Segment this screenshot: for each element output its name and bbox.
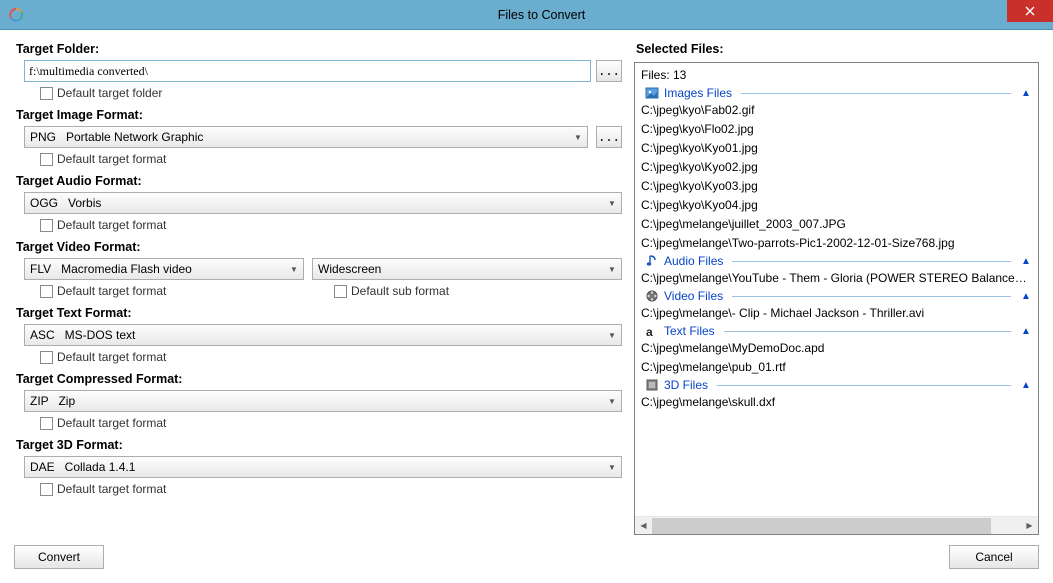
list-item[interactable]: C:\jpeg\melange\Two-parrots-Pic1-2002-12… [635, 234, 1038, 253]
default-3d-format-checkbox[interactable] [40, 483, 53, 496]
target-audio-label: Target Audio Format: [16, 174, 622, 188]
list-item[interactable]: C:\jpeg\melange\juillet_2003_007.JPG [635, 215, 1038, 234]
video-format-dropdown[interactable]: FLV Macromedia Flash video▼ [24, 258, 304, 280]
list-item[interactable]: C:\jpeg\melange\MyDemoDoc.apd [635, 339, 1038, 358]
default-target-folder-checkbox[interactable] [40, 87, 53, 100]
list-item[interactable]: C:\jpeg\kyo\Kyo01.jpg [635, 139, 1038, 158]
cancel-button[interactable]: Cancel [949, 545, 1039, 569]
chevron-down-icon: ▼ [605, 265, 619, 274]
default-text-format-checkbox[interactable] [40, 351, 53, 364]
app-icon [8, 7, 24, 23]
audio-format-dropdown[interactable]: OGG Vorbis▼ [24, 192, 622, 214]
category-label: Images Files [664, 86, 732, 100]
convert-button[interactable]: Convert [14, 545, 104, 569]
close-icon [1025, 6, 1035, 16]
category-header[interactable]: Video Files ▲ [635, 288, 1038, 304]
chevron-down-icon: ▼ [605, 397, 619, 406]
scrollbar-thumb[interactable] [652, 518, 991, 534]
image-options-button[interactable]: ... [596, 126, 622, 148]
selected-files-label: Selected Files: [636, 42, 1039, 56]
video-subformat-dropdown[interactable]: Widescreen▼ [312, 258, 622, 280]
chevron-down-icon: ▼ [605, 199, 619, 208]
browse-folder-button[interactable]: ... [596, 60, 622, 82]
category-label: Video Files [664, 289, 723, 303]
list-item[interactable]: Files: 13 [635, 66, 1038, 85]
collapse-icon[interactable]: ▲ [1020, 380, 1032, 391]
category-icon [645, 254, 659, 268]
collapse-icon[interactable]: ▲ [1020, 326, 1032, 337]
chevron-down-icon: ▼ [605, 331, 619, 340]
category-icon [645, 86, 659, 100]
list-item[interactable]: C:\jpeg\kyo\Kyo02.jpg [635, 158, 1038, 177]
title-bar: Files to Convert [0, 0, 1053, 30]
3d-format-dropdown[interactable]: DAE Collada 1.4.1▼ [24, 456, 622, 478]
target-3d-label: Target 3D Format: [16, 438, 622, 452]
category-icon: a [645, 324, 659, 338]
category-label: Audio Files [664, 254, 723, 268]
window-title: Files to Convert [30, 8, 1053, 22]
list-item[interactable]: C:\jpeg\kyo\Kyo04.jpg [635, 196, 1038, 215]
default-video-subformat-checkbox[interactable] [334, 285, 347, 298]
chevron-down-icon: ▼ [605, 463, 619, 472]
collapse-icon[interactable]: ▲ [1020, 256, 1032, 267]
default-video-format-checkbox[interactable] [40, 285, 53, 298]
default-image-format-checkbox[interactable] [40, 153, 53, 166]
category-label: Text Files [664, 324, 715, 338]
target-text-label: Target Text Format: [16, 306, 622, 320]
chevron-down-icon: ▼ [287, 265, 301, 274]
list-item[interactable]: C:\jpeg\kyo\Fab02.gif [635, 101, 1038, 120]
category-label: 3D Files [664, 378, 708, 392]
chevron-down-icon: ▼ [571, 133, 585, 142]
category-icon [645, 289, 659, 303]
default-audio-format-checkbox[interactable] [40, 219, 53, 232]
category-header[interactable]: a Text Files ▲ [635, 323, 1038, 339]
collapse-icon[interactable]: ▲ [1020, 88, 1032, 99]
list-item[interactable]: C:\jpeg\kyo\Flo02.jpg [635, 120, 1038, 139]
target-folder-input[interactable] [24, 60, 591, 82]
category-icon [645, 378, 659, 392]
list-item[interactable]: C:\jpeg\melange\- Clip - Michael Jackson… [635, 304, 1038, 323]
close-button[interactable] [1007, 0, 1053, 22]
target-image-label: Target Image Format: [16, 108, 622, 122]
target-video-label: Target Video Format: [16, 240, 622, 254]
image-format-dropdown[interactable]: PNG Portable Network Graphic▼ [24, 126, 588, 148]
collapse-icon[interactable]: ▲ [1020, 291, 1032, 302]
list-item[interactable]: C:\jpeg\melange\YouTube - Them - Gloria … [635, 269, 1038, 288]
default-target-folder-label: Default target folder [57, 86, 162, 100]
category-header[interactable]: Images Files ▲ [635, 85, 1038, 101]
scroll-left-icon[interactable]: ◀ [635, 518, 652, 534]
category-header[interactable]: 3D Files ▲ [635, 377, 1038, 393]
horizontal-scrollbar[interactable]: ◀ ▶ [635, 516, 1038, 534]
list-item[interactable]: C:\jpeg\melange\skull.dxf [635, 393, 1038, 412]
target-folder-label: Target Folder: [16, 42, 622, 56]
default-compressed-format-checkbox[interactable] [40, 417, 53, 430]
compressed-format-dropdown[interactable]: ZIP Zip▼ [24, 390, 622, 412]
list-item[interactable]: C:\jpeg\melange\pub_01.rtf [635, 358, 1038, 377]
target-compressed-label: Target Compressed Format: [16, 372, 622, 386]
list-item[interactable]: C:\jpeg\kyo\Kyo03.jpg [635, 177, 1038, 196]
svg-text:a: a [646, 325, 653, 338]
text-format-dropdown[interactable]: ASC MS-DOS text▼ [24, 324, 622, 346]
selected-files-panel: Files: 13Images Files ▲ C:\jpeg\kyo\Fab02.… [634, 62, 1039, 535]
category-header[interactable]: Audio Files ▲ [635, 253, 1038, 269]
scroll-right-icon[interactable]: ▶ [1021, 518, 1038, 534]
